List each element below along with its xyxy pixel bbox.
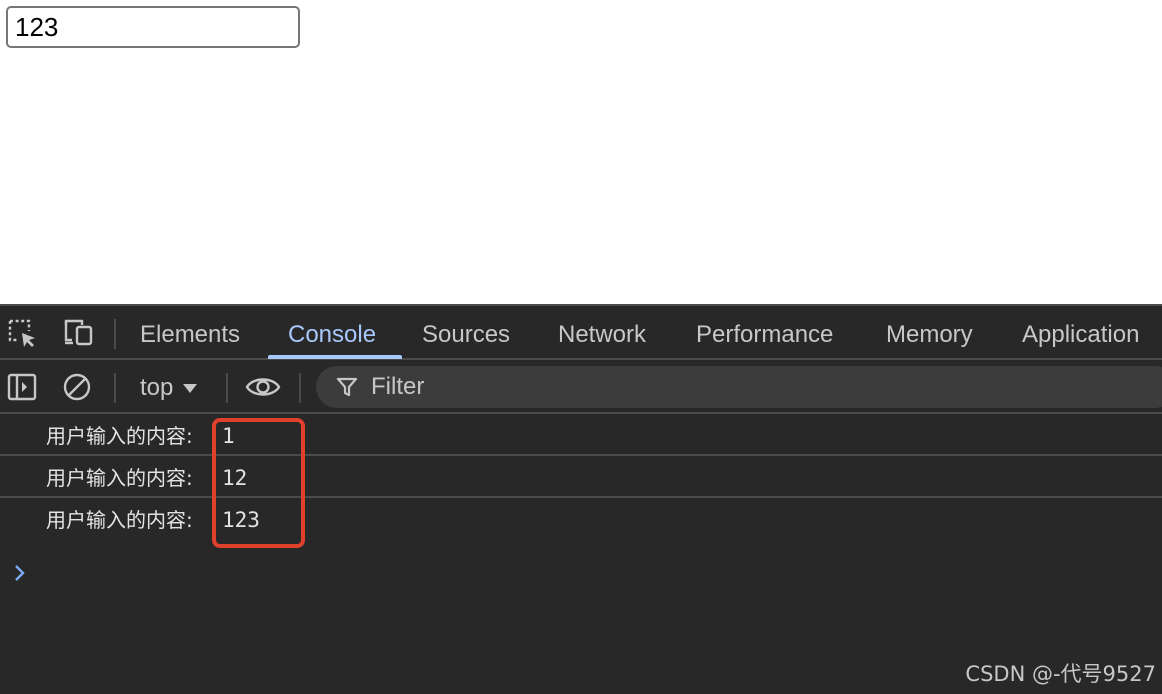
filter-placeholder: Filter — [371, 373, 425, 400]
console-log-row: 用户输入的内容: 1 — [0, 414, 1162, 456]
active-tab-indicator — [268, 355, 402, 359]
devtools-tabbar: Elements Console Sources Network Perform… — [0, 306, 1162, 360]
console-toolbar: top Filter — [0, 360, 1162, 414]
tab-console[interactable]: Console — [288, 306, 376, 358]
tab-application[interactable]: Application — [1022, 306, 1139, 358]
tab-divider — [114, 319, 116, 349]
inspect-element-icon[interactable] — [7, 318, 37, 348]
prompt-chevron-icon[interactable] — [12, 562, 28, 584]
clear-console-icon[interactable] — [62, 372, 92, 402]
tab-memory[interactable]: Memory — [886, 306, 973, 358]
toolbar-divider — [226, 373, 228, 403]
chevron-down-icon — [183, 384, 198, 394]
filter-input[interactable]: Filter — [316, 366, 1162, 408]
log-label: 用户输入的内容: — [46, 466, 193, 490]
tab-elements[interactable]: Elements — [140, 306, 240, 358]
highlight-annotation-box — [212, 418, 305, 548]
sidebar-toggle-icon[interactable] — [7, 372, 37, 402]
filter-icon — [336, 376, 358, 398]
log-label: 用户输入的内容: — [46, 424, 193, 448]
context-selector[interactable]: top — [130, 368, 207, 406]
context-label: top — [140, 374, 174, 401]
console-log-row: 用户输入的内容: 123 — [0, 498, 1162, 540]
tab-network[interactable]: Network — [558, 306, 646, 358]
tab-performance[interactable]: Performance — [696, 306, 833, 358]
console-output: 用户输入的内容: 1 用户输入的内容: 12 用户输入的内容: 123 — [0, 414, 1162, 694]
device-toolbar-icon[interactable] — [62, 318, 93, 348]
toolbar-divider — [114, 373, 116, 403]
log-label: 用户输入的内容: — [46, 508, 193, 532]
console-log-row: 用户输入的内容: 12 — [0, 456, 1162, 498]
watermark: CSDN @-代号9527 — [965, 662, 1156, 686]
tab-sources[interactable]: Sources — [422, 306, 510, 358]
screen: Elements Console Sources Network Perform… — [0, 0, 1162, 694]
live-expression-eye-icon[interactable] — [245, 372, 281, 402]
toolbar-divider — [299, 373, 301, 403]
page-content — [0, 0, 1162, 304]
text-input[interactable] — [6, 6, 300, 48]
devtools-panel: Elements Console Sources Network Perform… — [0, 304, 1162, 694]
